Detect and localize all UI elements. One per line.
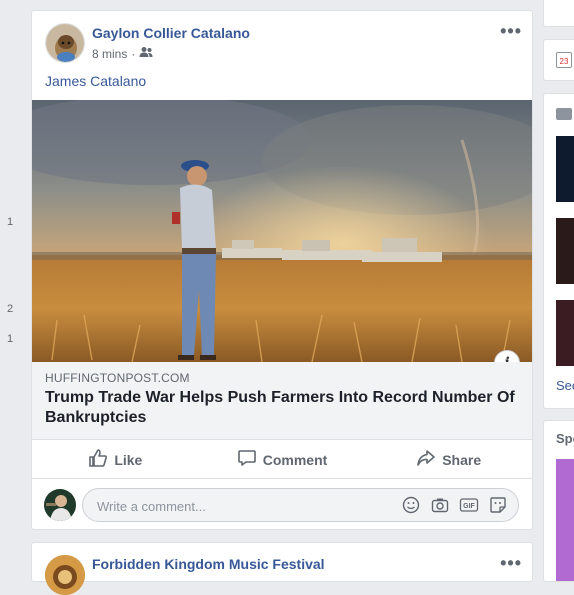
calendar-icon[interactable]: 23	[556, 52, 572, 68]
emoji-icon[interactable]	[401, 495, 421, 515]
post-time[interactable]: 8 mins	[92, 47, 127, 61]
thumbs-up-icon	[88, 448, 108, 471]
post-options-icon[interactable]: •••	[500, 553, 522, 574]
comment-composer: GIF	[32, 485, 532, 525]
comment-input[interactable]	[95, 489, 389, 523]
comment-label: Comment	[262, 451, 328, 468]
post-actions: Like Comment Share	[32, 441, 532, 479]
like-label: Like	[114, 451, 143, 468]
link-domain: HUFFINGTONPOST.COM	[45, 371, 190, 385]
friends-icon[interactable]	[139, 46, 153, 61]
left-gutter: 1 2 1	[0, 0, 30, 574]
page-name[interactable]: Forbidden Kingdom Music Festival	[92, 556, 325, 572]
video-thumbnail[interactable]	[556, 136, 574, 202]
line-number: 1	[7, 333, 14, 345]
share-arrow-icon	[416, 448, 436, 471]
svg-text:GIF: GIF	[463, 503, 475, 510]
link-preview[interactable]: HUFFINGTONPOST.COM Trump Trade War Helps…	[32, 362, 532, 440]
comment-bubble-icon	[237, 448, 257, 471]
link-image[interactable]: i	[32, 100, 532, 362]
camera-icon[interactable]	[430, 495, 450, 515]
sticker-icon[interactable]	[488, 495, 508, 515]
author-name[interactable]: Gaylon Collier Catalano	[92, 25, 250, 41]
comment-button[interactable]: Comment	[199, 441, 366, 478]
post-text-tag[interactable]: James Catalano	[45, 73, 146, 89]
video-icon	[556, 108, 572, 120]
gif-icon[interactable]: GIF	[459, 495, 479, 515]
sponsored-image[interactable]	[556, 459, 574, 581]
right-rail-videos: See	[543, 93, 574, 409]
video-thumbnail[interactable]	[556, 218, 574, 284]
right-rail-sponsored: Spo	[543, 420, 574, 582]
line-number: 1	[7, 216, 14, 228]
line-number: 2	[7, 303, 14, 315]
video-thumbnail[interactable]	[556, 300, 574, 366]
right-rail-card	[543, 0, 574, 27]
post-meta: 8 mins ·	[92, 46, 153, 61]
meta-separator: ·	[131, 46, 136, 61]
link-headline[interactable]: Trump Trade War Helps Push Farmers Into …	[45, 388, 525, 428]
post-options-icon[interactable]: •••	[500, 21, 522, 42]
comment-input-wrapper: GIF	[82, 488, 519, 523]
share-label: Share	[442, 451, 482, 468]
comment-tools: GIF	[401, 495, 508, 515]
user-avatar[interactable]	[44, 489, 76, 521]
share-button[interactable]: Share	[365, 441, 532, 478]
page-avatar[interactable]	[45, 555, 85, 595]
feed-post: Gaylon Collier Catalano 8 mins · ••• Jam…	[31, 10, 533, 530]
right-rail-events: 23	[543, 39, 574, 81]
sponsored-heading: Spo	[556, 431, 574, 446]
feed-post-next: Forbidden Kingdom Music Festival •••	[31, 542, 533, 595]
author-avatar[interactable]	[45, 23, 85, 63]
like-button[interactable]: Like	[32, 441, 199, 478]
see-more-link[interactable]: See	[556, 378, 574, 393]
